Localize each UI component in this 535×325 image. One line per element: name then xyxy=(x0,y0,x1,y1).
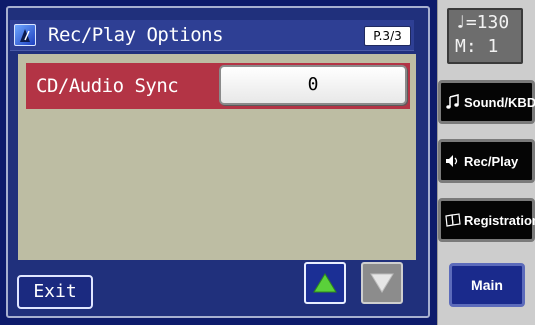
page-down-button[interactable] xyxy=(361,262,403,304)
music-note-icon xyxy=(446,94,459,109)
up-arrow-icon xyxy=(313,273,337,293)
tempo-display: ♩=130 M: 1 xyxy=(447,8,523,64)
book-icon xyxy=(445,213,461,227)
metronome-icon xyxy=(14,24,36,46)
registration-button[interactable]: Registration xyxy=(438,198,535,242)
page-title: Rec/Play Options xyxy=(48,24,224,46)
cd-audio-sync-value-field[interactable]: 0 xyxy=(219,65,407,105)
main-screen: Rec/Play Options P.3/3 CD/Audio Sync 0 E… xyxy=(0,0,437,325)
exit-button[interactable]: Exit xyxy=(17,275,93,309)
setting-label: CD/Audio Sync xyxy=(36,75,179,97)
down-arrow-icon xyxy=(370,273,394,293)
main-button[interactable]: Main xyxy=(449,263,525,307)
speaker-icon xyxy=(446,155,458,167)
measure-value: M: 1 xyxy=(455,36,499,57)
tempo-value: ♩=130 xyxy=(455,12,510,33)
sound-kbd-label: Sound/KBD xyxy=(464,94,535,110)
rec-play-button[interactable]: Rec/Play xyxy=(438,139,535,183)
page-up-button[interactable] xyxy=(304,262,346,304)
registration-label: Registration xyxy=(464,212,535,228)
rec-play-label: Rec/Play xyxy=(464,153,519,169)
sound-kbd-button[interactable]: Sound/KBD xyxy=(438,80,535,124)
page-indicator: P.3/3 xyxy=(364,26,411,46)
